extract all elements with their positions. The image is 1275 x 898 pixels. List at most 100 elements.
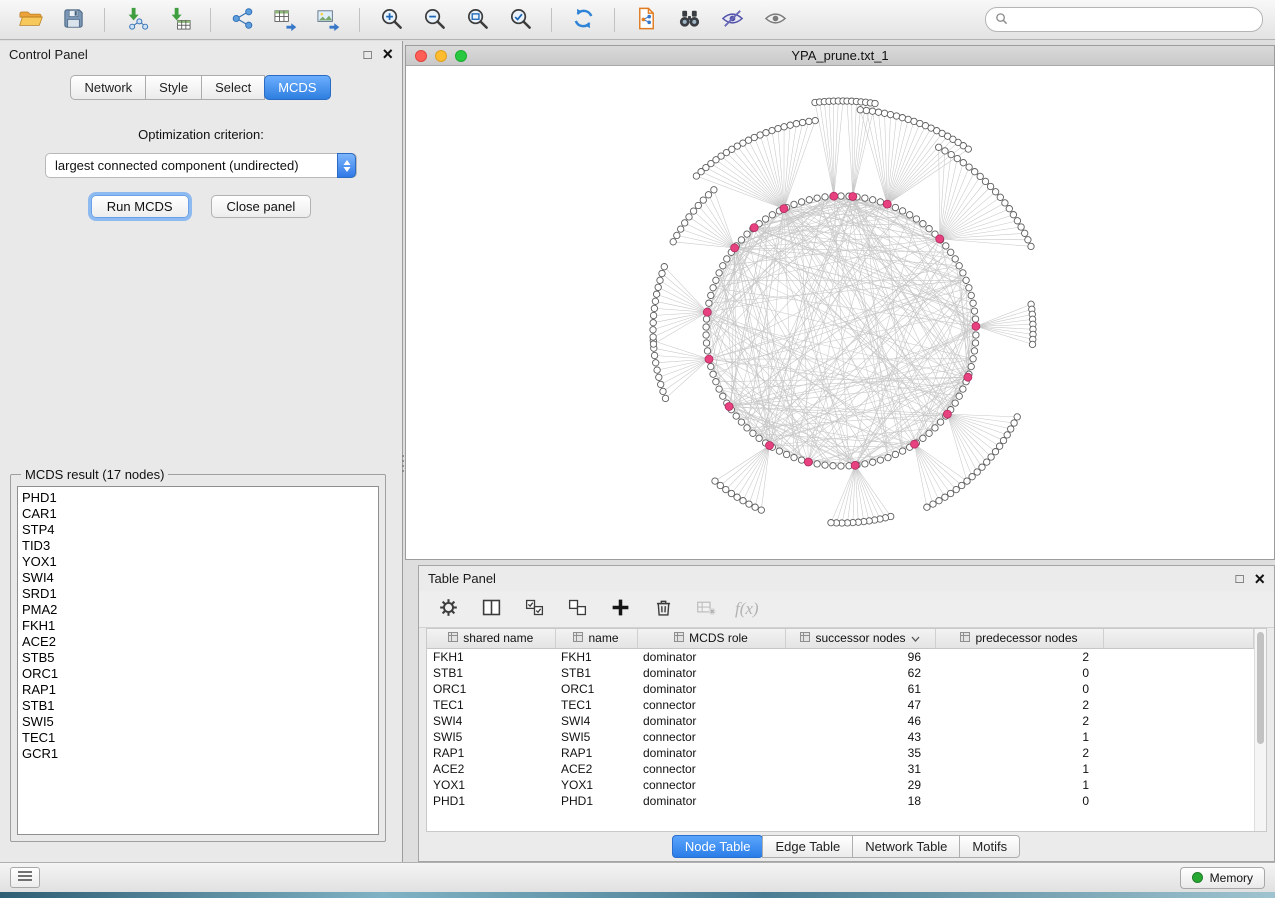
float-table-panel-icon[interactable]: □: [1236, 572, 1244, 585]
table-cell[interactable]: connector: [637, 777, 785, 793]
close-window-icon[interactable]: [415, 50, 427, 62]
select-all-button[interactable]: [520, 595, 548, 623]
table-cell[interactable]: 1: [935, 761, 1103, 777]
table-cell[interactable]: 61: [785, 681, 935, 697]
table-cell[interactable]: 18: [785, 793, 935, 809]
table-cell[interactable]: 46: [785, 713, 935, 729]
table-cell[interactable]: PHD1: [427, 793, 555, 809]
table-cell[interactable]: 1: [935, 777, 1103, 793]
table-row-STB1[interactable]: STB1STB1dominator620: [427, 665, 1254, 681]
tab-network[interactable]: Network: [70, 75, 146, 100]
maximize-window-icon[interactable]: [455, 50, 467, 62]
mcds-result-item[interactable]: ACE2: [22, 634, 374, 650]
hide-graphics-button[interactable]: [714, 4, 750, 36]
table-cell[interactable]: TEC1: [427, 697, 555, 713]
table-cell[interactable]: 96: [785, 648, 935, 665]
table-cell[interactable]: RAP1: [427, 745, 555, 761]
table-cell[interactable]: FKH1: [555, 648, 637, 665]
mcds-result-item[interactable]: SWI5: [22, 714, 374, 730]
mcds-result-item[interactable]: PMA2: [22, 602, 374, 618]
mcds-result-item[interactable]: FKH1: [22, 618, 374, 634]
table-cell[interactable]: dominator: [637, 713, 785, 729]
save-session-button[interactable]: [55, 4, 91, 36]
table-row-PHD1[interactable]: PHD1PHD1dominator180: [427, 793, 1254, 809]
close-table-panel-icon[interactable]: ×: [1254, 570, 1265, 588]
mcds-result-item[interactable]: STB5: [22, 650, 374, 666]
tab-select[interactable]: Select: [201, 75, 265, 100]
add-column-button[interactable]: [606, 595, 634, 623]
table-cell[interactable]: STB1: [555, 665, 637, 681]
column-header-successor-nodes[interactable]: successor nodes: [785, 629, 935, 648]
open-session-button[interactable]: [12, 4, 48, 36]
table-settings-button[interactable]: [434, 595, 462, 623]
import-network-button[interactable]: [118, 4, 154, 36]
table-cell[interactable]: connector: [637, 729, 785, 745]
mcds-result-item[interactable]: STP4: [22, 522, 374, 538]
table-row-FKH1[interactable]: FKH1FKH1dominator962: [427, 648, 1254, 665]
table-cell[interactable]: 0: [935, 665, 1103, 681]
zoom-in-button[interactable]: [373, 4, 409, 36]
scrollbar-thumb[interactable]: [1257, 632, 1264, 744]
table-cell[interactable]: ORC1: [427, 681, 555, 697]
minimize-window-icon[interactable]: [435, 50, 447, 62]
table-scrollbar[interactable]: [1254, 629, 1266, 831]
table-cell[interactable]: 0: [935, 793, 1103, 809]
mcds-result-item[interactable]: RAP1: [22, 682, 374, 698]
table-cell[interactable]: dominator: [637, 793, 785, 809]
tab-node-table[interactable]: Node Table: [672, 835, 764, 858]
table-cell[interactable]: 31: [785, 761, 935, 777]
table-cell[interactable]: FKH1: [427, 648, 555, 665]
zoom-out-button[interactable]: [416, 4, 452, 36]
mcds-result-item[interactable]: ORC1: [22, 666, 374, 682]
table-cell[interactable]: dominator: [637, 745, 785, 761]
table-cell[interactable]: YOX1: [555, 777, 637, 793]
table-cell[interactable]: 35: [785, 745, 935, 761]
export-table-button[interactable]: [267, 4, 303, 36]
deselect-all-button[interactable]: [563, 595, 591, 623]
run-mcds-button[interactable]: Run MCDS: [91, 195, 189, 218]
zoom-selected-button[interactable]: [502, 4, 538, 36]
new-network-button[interactable]: [224, 4, 260, 36]
table-cell[interactable]: 2: [935, 713, 1103, 729]
table-cell[interactable]: SWI4: [427, 713, 555, 729]
table-cell[interactable]: SWI4: [555, 713, 637, 729]
table-cell[interactable]: 2: [935, 648, 1103, 665]
import-table-button[interactable]: [161, 4, 197, 36]
mcds-result-item[interactable]: CAR1: [22, 506, 374, 522]
tab-edge-table[interactable]: Edge Table: [762, 835, 853, 858]
apply-layout-button[interactable]: [565, 4, 601, 36]
export-image-button[interactable]: [310, 4, 346, 36]
table-row-SWI4[interactable]: SWI4SWI4dominator462: [427, 713, 1254, 729]
table-cell[interactable]: SWI5: [555, 729, 637, 745]
table-cell[interactable]: 0: [935, 681, 1103, 697]
table-row-TEC1[interactable]: TEC1TEC1connector472: [427, 697, 1254, 713]
table-cell[interactable]: SWI5: [427, 729, 555, 745]
column-header-shared-name[interactable]: shared name: [427, 629, 555, 648]
table-row-ACE2[interactable]: ACE2ACE2connector311: [427, 761, 1254, 777]
table-cell[interactable]: STB1: [427, 665, 555, 681]
table-cell[interactable]: dominator: [637, 648, 785, 665]
table-row-ORC1[interactable]: ORC1ORC1dominator610: [427, 681, 1254, 697]
table-cell[interactable]: RAP1: [555, 745, 637, 761]
status-menu-button[interactable]: [10, 867, 40, 888]
mcds-result-item[interactable]: YOX1: [22, 554, 374, 570]
table-cell[interactable]: 1: [935, 729, 1103, 745]
network-window-titlebar[interactable]: YPA_prune.txt_1: [406, 46, 1274, 66]
table-cell[interactable]: connector: [637, 761, 785, 777]
search-input[interactable]: [1013, 13, 1253, 27]
table-cell[interactable]: 2: [935, 745, 1103, 761]
column-header-MCDS-role[interactable]: MCDS role: [637, 629, 785, 648]
table-cell[interactable]: connector: [637, 697, 785, 713]
tab-mcds[interactable]: MCDS: [264, 75, 330, 100]
delete-column-button[interactable]: [649, 595, 677, 623]
mcds-result-item[interactable]: SRD1: [22, 586, 374, 602]
mcds-result-item[interactable]: PHD1: [22, 490, 374, 506]
table-cell[interactable]: dominator: [637, 681, 785, 697]
float-panel-icon[interactable]: □: [364, 48, 372, 61]
table-cell[interactable]: YOX1: [427, 777, 555, 793]
column-header-name[interactable]: name: [555, 629, 637, 648]
zoom-fit-button[interactable]: [459, 4, 495, 36]
memory-button[interactable]: Memory: [1180, 867, 1265, 889]
table-cell[interactable]: 43: [785, 729, 935, 745]
table-cell[interactable]: 2: [935, 697, 1103, 713]
